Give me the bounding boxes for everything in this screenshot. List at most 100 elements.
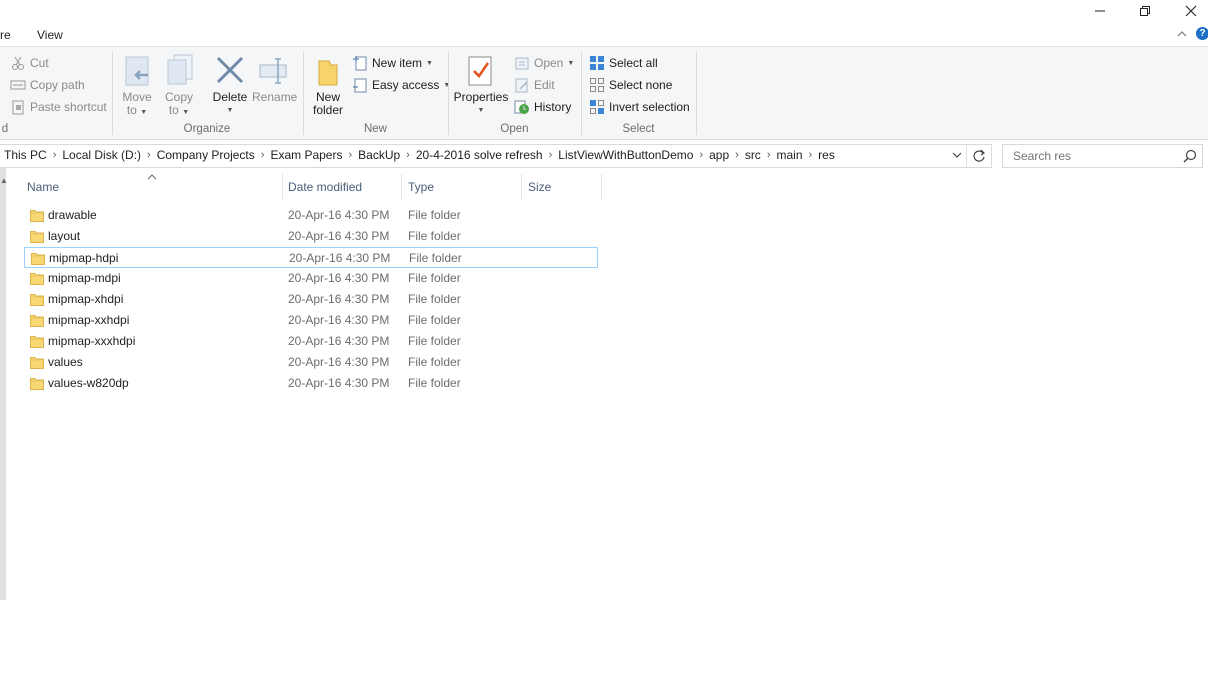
address-dropdown-button[interactable] (951, 149, 963, 164)
column-header-type[interactable]: Type (408, 180, 434, 194)
file-row[interactable]: mipmap-xxxhdpi 20-Apr-16 4:30 PM File fold… (24, 331, 598, 352)
paste-shortcut-button[interactable]: Paste shortcut (10, 99, 107, 115)
chevron-right-icon[interactable]: › (145, 149, 153, 161)
new-group-label: New (363, 123, 387, 135)
file-row[interactable]: values-w820dp 20-Apr-16 4:30 PM File folde… (24, 373, 598, 394)
file-type: File folder (408, 229, 461, 243)
file-date: 20-Apr-16 4:30 PM (288, 292, 390, 306)
scroll-up-icon[interactable]: ▲ (0, 176, 8, 185)
breadcrumb-item[interactable]: Company Projects (153, 148, 259, 162)
move-to-button[interactable]: Move to ▼ (117, 91, 157, 119)
ribbon-collapse-button[interactable] (1176, 28, 1188, 42)
minimize-button[interactable] (1077, 0, 1123, 22)
file-row[interactable]: layout 20-Apr-16 4:30 PM File folder (24, 226, 598, 247)
breadcrumb-item[interactable]: ListViewWithButtonDemo (554, 148, 697, 162)
new-item-button[interactable]: New item ▼ (352, 55, 433, 71)
breadcrumb-item[interactable]: main (772, 148, 806, 162)
new-folder-button[interactable]: New folder (308, 91, 348, 117)
copy-to-label-2: to (168, 103, 179, 117)
file-row[interactable]: mipmap-xxhdpi 20-Apr-16 4:30 PM File folde… (24, 310, 598, 331)
breadcrumb-item[interactable]: BackUp (354, 148, 404, 162)
close-button[interactable] (1168, 0, 1208, 22)
breadcrumb: This PC › Local Disk (D:) › Company Projects… (0, 148, 839, 162)
search-box[interactable] (1002, 144, 1203, 168)
chevron-right-icon[interactable]: › (765, 149, 773, 161)
file-name: layout (48, 229, 81, 243)
breadcrumb-item[interactable]: 20-4-2016 solve refresh (412, 148, 547, 162)
chevron-right-icon[interactable]: › (733, 149, 741, 161)
select-group-label: Select (622, 123, 655, 135)
delete-button[interactable]: Delete ▼ (209, 91, 251, 117)
file-row[interactable]: mipmap-xhdpi 20-Apr-16 4:30 PM File folder (24, 289, 598, 310)
address-bar[interactable]: This PC › Local Disk (D:) › Company Projects… (0, 144, 992, 168)
select-none-button[interactable]: Select none (589, 77, 672, 93)
column-header-name[interactable]: Name (27, 180, 59, 194)
invert-selection-button[interactable]: Invert selection (589, 99, 690, 115)
paste-shortcut-label: Paste shortcut (30, 100, 107, 114)
history-button[interactable]: History (514, 99, 571, 115)
file-type: File folder (408, 355, 461, 369)
file-date: 20-Apr-16 4:30 PM (288, 271, 390, 285)
breadcrumb-item[interactable]: Local Disk (D:) (58, 148, 145, 162)
column-header-size[interactable]: Size (528, 180, 551, 194)
breadcrumb-item[interactable]: src (741, 148, 765, 162)
search-input[interactable] (1011, 148, 1185, 164)
column-header-date[interactable]: Date modified (288, 180, 362, 194)
file-type: File folder (408, 208, 461, 222)
folder-icon (30, 210, 44, 222)
folder-icon (30, 357, 44, 369)
properties-button[interactable]: Properties ▼ (453, 91, 509, 117)
paste-shortcut-icon (12, 100, 24, 115)
file-row[interactable]: mipmap-mdpi 20-Apr-16 4:30 PM File folder (24, 268, 598, 289)
restore-button[interactable] (1122, 0, 1168, 22)
column-divider[interactable] (401, 174, 402, 200)
refresh-button[interactable] (972, 149, 986, 166)
new-item-icon (353, 56, 367, 71)
chevron-right-icon[interactable]: › (346, 149, 354, 161)
folder-icon (30, 273, 44, 285)
breadcrumb-item[interactable]: res (814, 148, 839, 162)
file-row[interactable]: values 20-Apr-16 4:30 PM File folder (24, 352, 598, 373)
select-all-icon (590, 56, 604, 70)
column-divider[interactable] (601, 174, 602, 200)
open-button[interactable]: Open ▼ (514, 55, 574, 71)
chevron-right-icon[interactable]: › (807, 149, 815, 161)
move-to-icon (125, 56, 149, 86)
navigation-pane-scrollbar[interactable] (0, 168, 6, 600)
file-row[interactable]: mipmap-hdpi 20-Apr-16 4:30 PM File folder (24, 247, 598, 268)
help-icon[interactable]: ? (1196, 27, 1208, 40)
copy-to-button[interactable]: Copy to ▼ (159, 91, 199, 119)
edit-label: Edit (534, 78, 555, 92)
copy-to-icon (167, 54, 193, 85)
copy-path-button[interactable]: Copy path (10, 77, 85, 93)
rename-button[interactable]: Rename (252, 91, 297, 104)
copy-path-icon (10, 80, 26, 90)
chevron-down-icon (952, 152, 962, 158)
sort-ascending-icon (147, 170, 157, 184)
breadcrumb-item[interactable]: This PC (0, 148, 51, 162)
file-name: mipmap-xxhdpi (48, 313, 130, 327)
breadcrumb-item[interactable]: Exam Papers (266, 148, 346, 162)
breadcrumb-item[interactable]: app (705, 148, 733, 162)
cut-button[interactable]: Cut (10, 55, 49, 71)
file-name: drawable (48, 208, 97, 222)
select-all-button[interactable]: Select all (589, 55, 658, 71)
properties-label: Properties (453, 90, 509, 104)
edit-button[interactable]: Edit (514, 77, 555, 93)
new-item-label: New item (372, 56, 423, 70)
column-divider[interactable] (282, 174, 283, 200)
file-row[interactable]: drawable 20-Apr-16 4:30 PM File folder (24, 205, 598, 226)
chevron-right-icon[interactable]: › (697, 149, 705, 161)
file-date: 20-Apr-16 4:30 PM (289, 251, 391, 265)
chevron-right-icon[interactable]: › (547, 149, 555, 161)
easy-access-button[interactable]: Easy access ▼ (352, 77, 450, 93)
minimize-icon (1095, 10, 1105, 12)
chevron-right-icon[interactable]: › (51, 149, 59, 161)
tab-view[interactable]: View (37, 28, 63, 42)
chevron-right-icon[interactable]: › (404, 149, 412, 161)
chevron-right-icon[interactable]: › (259, 149, 267, 161)
file-name: mipmap-xxxhdpi (48, 334, 136, 348)
column-divider[interactable] (521, 174, 522, 200)
tab-share[interactable]: re (0, 28, 11, 42)
search-icon[interactable] (1183, 149, 1197, 166)
